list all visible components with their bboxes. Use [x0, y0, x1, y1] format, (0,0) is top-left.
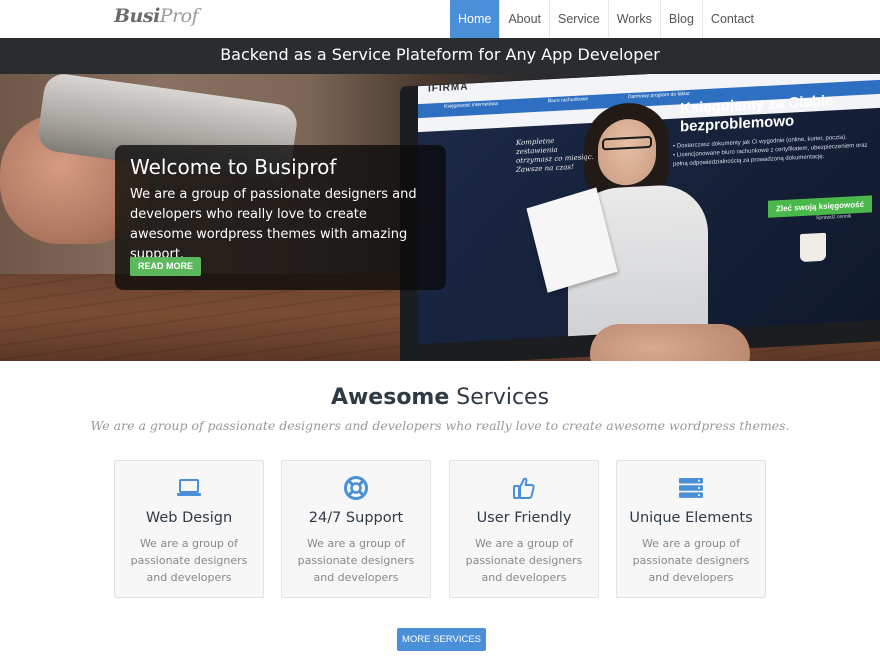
nav-item-about[interactable]: About: [500, 0, 551, 38]
hero-title: Welcome to Busiprof: [130, 155, 337, 179]
services-heading-bold: Awesome: [330, 385, 450, 410]
service-description: We are a group of passionate designers a…: [297, 537, 415, 584]
service-card-unique-elements[interactable]: Unique Elements We are a group of passio…: [616, 460, 766, 598]
service-description: We are a group of passionate designers a…: [130, 537, 248, 584]
service-card-support[interactable]: 24/7 Support We are a group of passionat…: [281, 460, 431, 598]
service-card-user-friendly[interactable]: User Friendly We are a group of passiona…: [449, 460, 599, 598]
hero-slider: IFIRMA Księgowość internetowa Biuro rach…: [0, 74, 880, 361]
nav-item-blog[interactable]: Blog: [661, 0, 703, 38]
logo-text-prof: Prof: [159, 5, 199, 27]
main-nav: Home About Service Works Blog Contact: [450, 0, 762, 38]
service-description: We are a group of passionate designers a…: [465, 537, 583, 584]
navbar: BusiProf Home About Service Works Blog C…: [0, 0, 880, 38]
nav-item-home[interactable]: Home: [450, 0, 501, 38]
hero-laptop-screen: IFIRMA Księgowość internetowa Biuro rach…: [418, 74, 880, 345]
read-more-button[interactable]: READ MORE: [130, 257, 202, 276]
service-card-web-design[interactable]: Web Design We are a group of passionate …: [114, 460, 264, 598]
screen-mug: [800, 232, 826, 263]
screen-handwritten-note: Kompletne zestawienia otrzymasz co miesi…: [516, 136, 594, 174]
screen-cta-sub: Sprawdź cennik: [816, 213, 852, 222]
nav-item-contact[interactable]: Contact: [703, 0, 762, 38]
nav-item-service[interactable]: Service: [550, 0, 609, 38]
services-heading-rest: Services: [449, 385, 550, 410]
laptop-icon: [115, 475, 263, 501]
services-subtitle: We are a group of passionate designers a…: [90, 418, 790, 433]
hero-text: We are a group of passionate designers a…: [130, 187, 417, 262]
lifebuoy-icon: [282, 475, 430, 501]
site-logo[interactable]: BusiProf: [114, 5, 199, 33]
logo-text-busi: Busi: [114, 5, 160, 27]
hero-caption-box: Welcome to Busiprof We are a group of pa…: [115, 145, 446, 290]
more-services-button[interactable]: MORE SERVICES: [397, 628, 486, 651]
server-icon: [617, 475, 765, 501]
tagline-banner: Backend as a Service Plateform for Any A…: [0, 38, 880, 74]
screen-list: • Dostarczasz dokumenty jak Ci wygodnie …: [673, 132, 873, 169]
hero-hand-on-keyboard: [590, 324, 750, 361]
service-title: 24/7 Support: [308, 510, 404, 526]
service-title: Web Design: [145, 510, 233, 526]
service-title: Unique Elements: [629, 510, 753, 526]
thumbs-up-icon: [450, 475, 598, 501]
services-heading: Awesome Services: [0, 385, 880, 410]
service-description: We are a group of passionate designers a…: [632, 537, 750, 584]
nav-item-works[interactable]: Works: [609, 0, 661, 38]
service-title: User Friendly: [476, 510, 572, 526]
